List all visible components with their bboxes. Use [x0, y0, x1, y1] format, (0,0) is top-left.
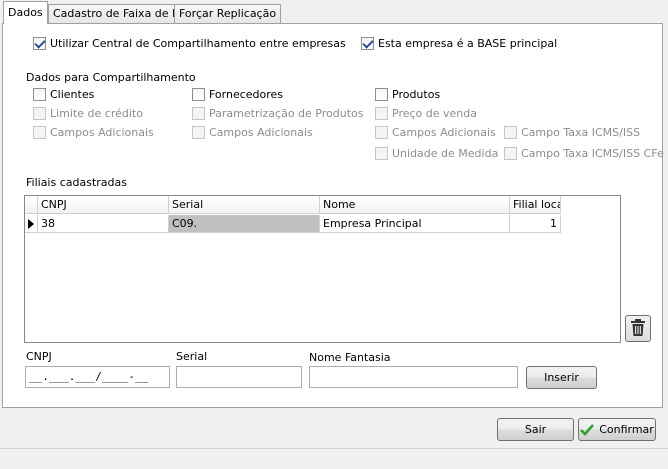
checkbox-label: Campos Adicionais	[209, 126, 313, 139]
grid-header: CNPJ Serial Nome Filial local	[25, 196, 561, 214]
column-header-filial-local[interactable]: Filial local	[510, 196, 561, 214]
trash-icon	[631, 319, 645, 336]
preco-venda-checkbox[interactable]: Preço de venda	[375, 107, 477, 120]
limite-credito-checkbox[interactable]: Limite de crédito	[33, 107, 143, 120]
checkbox-box[interactable]	[33, 126, 46, 139]
filiais-section-title: Filiais cadastradas	[26, 176, 127, 189]
nome-fantasia-input[interactable]	[309, 366, 518, 388]
central-compartilhamento-checkbox[interactable]: Utilizar Central de Compartilhamento ent…	[33, 37, 346, 50]
checkbox-label: Unidade de Medida	[392, 147, 499, 160]
checkbox-label: Campo Taxa ICMS/ISS CFe	[521, 147, 664, 160]
cnpj-label: CNPJ	[26, 350, 52, 363]
cell-serial[interactable]: C09.	[169, 215, 320, 233]
checkbox-label: Produtos	[392, 88, 441, 101]
checkbox-label: Parametrização de Produtos	[209, 107, 364, 120]
cell-nome[interactable]: Empresa Principal	[320, 215, 510, 233]
checkbox-box[interactable]	[504, 126, 517, 139]
checkbox-label: Campos Adicionais	[50, 126, 154, 139]
base-principal-checkbox[interactable]: Esta empresa é a BASE principal	[361, 37, 557, 50]
checkbox-label: Campos Adicionais	[392, 126, 496, 139]
checkbox-box[interactable]	[33, 37, 46, 50]
checkbox-box[interactable]	[375, 107, 388, 120]
parametrizacao-produtos-checkbox[interactable]: Parametrização de Produtos	[192, 107, 363, 120]
campos-adicionais-fornecedores-checkbox[interactable]: Campos Adicionais	[192, 126, 313, 139]
checkbox-box[interactable]	[361, 37, 374, 50]
sharing-section-title: Dados para Compartilhamento	[26, 71, 196, 84]
table-row[interactable]: 38 C09. Empresa Principal 1	[25, 215, 561, 233]
checkbox-box[interactable]	[375, 126, 388, 139]
checkbox-label: Fornecedores	[209, 88, 284, 101]
filiais-grid[interactable]: CNPJ Serial Nome Filial local 38 C09. Em…	[24, 195, 621, 343]
cnpj-input[interactable]: __.___.___/____-__	[25, 366, 170, 388]
checkbox-label: Clientes	[50, 88, 95, 101]
confirmar-label: Confirmar	[599, 423, 654, 436]
checkbox-label: Preço de venda	[392, 107, 477, 120]
serial-input[interactable]	[176, 366, 302, 388]
tab-cadastro-faixa-id[interactable]: Cadastro de Faixa de ID	[48, 4, 189, 23]
checkbox-label: Limite de crédito	[50, 107, 143, 120]
indicator-header	[25, 196, 38, 214]
clientes-checkbox[interactable]: Clientes	[33, 88, 94, 101]
cell-cnpj[interactable]: 38	[38, 215, 169, 233]
nome-fantasia-label: Nome Fantasia	[309, 351, 391, 364]
status-bar	[0, 448, 668, 469]
serial-label: Serial	[176, 350, 208, 363]
checkmark-icon	[580, 423, 595, 436]
column-header-serial[interactable]: Serial	[169, 196, 320, 214]
tab-forcar-replicacao[interactable]: Forçar Replicação	[174, 4, 282, 23]
checkbox-label: Campo Taxa ICMS/ISS	[521, 126, 641, 139]
checkbox-box[interactable]	[504, 147, 517, 160]
checkbox-box[interactable]	[192, 88, 205, 101]
column-header-cnpj[interactable]: CNPJ	[38, 196, 169, 214]
campo-taxa-icms-cfe-checkbox[interactable]: Campo Taxa ICMS/ISS CFe	[504, 147, 664, 160]
checkbox-box[interactable]	[192, 107, 205, 120]
checkbox-label: Esta empresa é a BASE principal	[378, 37, 558, 50]
checkbox-box[interactable]	[33, 88, 46, 101]
campo-taxa-icms-checkbox[interactable]: Campo Taxa ICMS/ISS	[504, 126, 640, 139]
checkbox-box[interactable]	[375, 147, 388, 160]
unidade-medida-checkbox[interactable]: Unidade de Medida	[375, 147, 498, 160]
confirmar-button[interactable]: Confirmar	[578, 418, 656, 441]
produtos-checkbox[interactable]: Produtos	[375, 88, 440, 101]
checkbox-box[interactable]	[192, 126, 205, 139]
column-header-nome[interactable]: Nome	[320, 196, 510, 214]
campos-adicionais-clientes-checkbox[interactable]: Campos Adicionais	[33, 126, 154, 139]
checkbox-label: Utilizar Central de Compartilhamento ent…	[50, 37, 346, 50]
checkbox-box[interactable]	[33, 107, 46, 120]
cell-filial-local[interactable]: 1	[510, 215, 561, 233]
fornecedores-checkbox[interactable]: Fornecedores	[192, 88, 283, 101]
checkbox-box[interactable]	[375, 88, 388, 101]
delete-button[interactable]	[625, 315, 651, 342]
inserir-button[interactable]: Inserir	[526, 366, 597, 389]
campos-adicionais-produtos-checkbox[interactable]: Campos Adicionais	[375, 126, 496, 139]
tab-dados[interactable]: Dados	[3, 1, 48, 24]
row-indicator-icon	[25, 215, 38, 233]
sair-button[interactable]: Sair	[497, 418, 574, 441]
